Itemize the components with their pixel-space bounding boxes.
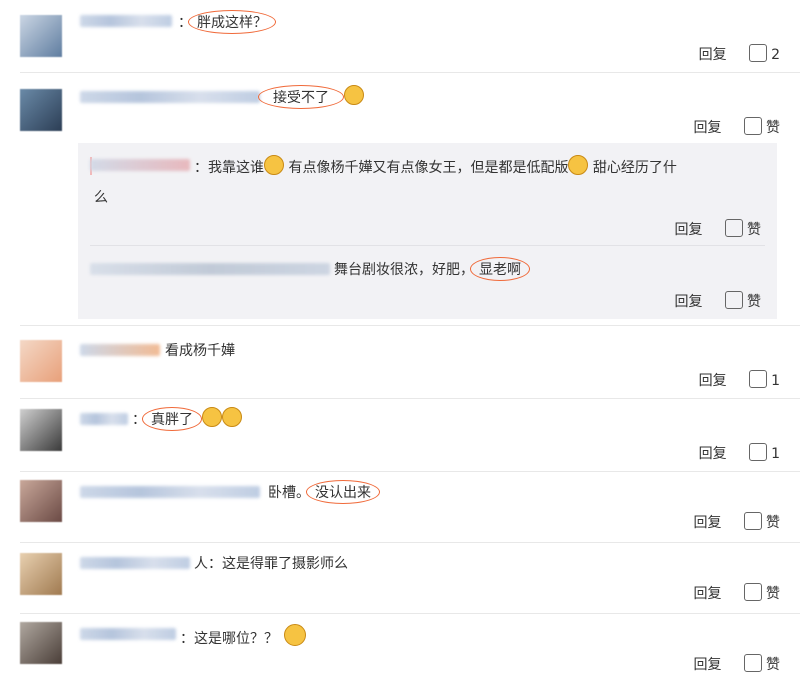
username[interactable] bbox=[80, 628, 176, 640]
thumbs-up-icon[interactable] bbox=[744, 512, 762, 530]
thumbs-up-icon[interactable] bbox=[749, 370, 768, 388]
comment-highlight: 胖成这样？ bbox=[188, 10, 276, 34]
sub-reply-text-c: 甜心经历了什 bbox=[592, 160, 677, 176]
avatar[interactable] bbox=[20, 15, 62, 57]
reply-button[interactable]: 回复 bbox=[694, 657, 722, 673]
comment-text: ：胖成这样？ bbox=[178, 10, 276, 34]
avatar[interactable] bbox=[20, 89, 62, 131]
crying-emoji-icon bbox=[568, 155, 589, 175]
comment-item: ：胖成这样？ 回复 2 bbox=[0, 0, 800, 72]
crying-emoji-icon bbox=[202, 407, 222, 427]
comment-highlight: 接受不了 bbox=[258, 85, 344, 109]
sub-reply-text-a: ：我靠这谁 bbox=[194, 160, 264, 176]
comment-body: 人：这是得罪了摄影师么 bbox=[194, 556, 348, 572]
sub-username[interactable] bbox=[90, 159, 190, 171]
comment-actions: 回复 赞 bbox=[694, 583, 780, 603]
comment-item: 看成杨千嬅 回复 1 bbox=[0, 326, 800, 398]
avatar[interactable] bbox=[20, 553, 62, 595]
sub-reply-text: ：我靠这谁 有点像杨千嬅又有点像女王，但是都是低配版 甜心经历了什 bbox=[194, 155, 677, 177]
like-count[interactable]: 2 bbox=[771, 47, 780, 63]
comment-text: 接受不了 bbox=[258, 85, 364, 109]
comment-text: 卧槽。 没认出来 bbox=[268, 480, 380, 504]
comment-actions: 回复 1 bbox=[699, 443, 780, 463]
avatar[interactable] bbox=[20, 480, 62, 522]
thumbs-up-icon[interactable] bbox=[749, 443, 768, 461]
comment-actions: 回复 赞 bbox=[694, 512, 780, 532]
comment-text: ：这是哪位？？ bbox=[180, 624, 306, 648]
avatar[interactable] bbox=[20, 340, 62, 382]
thumbs-up-icon[interactable] bbox=[749, 44, 768, 62]
thumbs-up-icon[interactable] bbox=[744, 654, 762, 672]
crying-emoji-icon bbox=[222, 407, 242, 427]
sub-reply-text-line2: 么 bbox=[94, 190, 108, 206]
reply-button[interactable]: 回复 bbox=[694, 515, 722, 531]
sub-reply-text-b: 有点像杨千嬅又有点像女王，但是都是低配版 bbox=[288, 160, 569, 176]
username[interactable] bbox=[80, 413, 128, 425]
comment-actions: 回复 1 bbox=[699, 370, 780, 390]
comment-actions: 回复 赞 bbox=[694, 654, 780, 674]
comment-body: 卧槽。 bbox=[268, 485, 310, 501]
like-count[interactable]: 赞 bbox=[766, 586, 780, 602]
sub-reply-actions: 回复 赞 bbox=[675, 219, 761, 239]
shocked-emoji-icon bbox=[284, 624, 306, 646]
username[interactable] bbox=[80, 15, 172, 27]
username[interactable] bbox=[80, 91, 260, 103]
like-count[interactable]: 赞 bbox=[766, 515, 780, 531]
comment-body: ：这是哪位？？ bbox=[180, 631, 278, 647]
thumbs-up-icon[interactable] bbox=[744, 117, 762, 135]
like-count[interactable]: 赞 bbox=[766, 120, 780, 136]
like-count[interactable]: 1 bbox=[771, 373, 780, 389]
reply-button[interactable]: 回复 bbox=[694, 586, 722, 602]
avatar[interactable] bbox=[20, 622, 62, 664]
sub-replies-box: ：我靠这谁 有点像杨千嬅又有点像女王，但是都是低配版 甜心经历了什 么 回复 赞… bbox=[78, 143, 777, 319]
username[interactable] bbox=[80, 557, 190, 569]
like-count[interactable]: 赞 bbox=[766, 657, 780, 673]
comment-highlight: 没认出来 bbox=[306, 480, 380, 504]
reply-button[interactable]: 回复 bbox=[694, 120, 722, 136]
like-count[interactable]: 1 bbox=[771, 446, 780, 462]
like-count[interactable]: 赞 bbox=[747, 294, 761, 310]
dizzy-emoji-icon bbox=[344, 85, 364, 105]
comment-highlight: 真胖了 bbox=[142, 407, 202, 431]
comment-item: ：这是哪位？？ 回复 赞 bbox=[0, 614, 800, 684]
comment-actions: 回复 2 bbox=[699, 44, 780, 64]
crying-emoji-icon bbox=[264, 155, 284, 175]
comment-item: 接受不了 回复 赞 ：我靠这谁 有点像杨千嬅又有点像女王，但是都是低配版 甜心经… bbox=[0, 73, 800, 320]
username[interactable] bbox=[80, 344, 160, 356]
sub-username[interactable] bbox=[90, 263, 330, 275]
divider bbox=[90, 245, 765, 246]
comment-item: ：真胖了 回复 1 bbox=[0, 399, 800, 471]
comment-item: 卧槽。 没认出来 回复 赞 bbox=[0, 472, 800, 542]
reply-button[interactable]: 回复 bbox=[675, 222, 703, 238]
thumbs-up-icon[interactable] bbox=[725, 291, 743, 309]
avatar[interactable] bbox=[20, 409, 62, 451]
comment-text: ：真胖了 bbox=[132, 407, 242, 431]
like-count[interactable]: 赞 bbox=[747, 222, 761, 238]
sub-reply-body: 舞台剧妆很浓，好肥， bbox=[334, 262, 474, 278]
thumbs-up-icon[interactable] bbox=[744, 583, 762, 601]
reply-button[interactable]: 回复 bbox=[699, 373, 727, 389]
comment-text: 看成杨千嬅 bbox=[165, 340, 235, 360]
reply-button[interactable]: 回复 bbox=[675, 294, 703, 310]
reply-button[interactable]: 回复 bbox=[699, 446, 727, 462]
sub-reply-actions: 回复 赞 bbox=[675, 291, 761, 311]
comment-item: 人：这是得罪了摄影师么 回复 赞 bbox=[0, 543, 800, 613]
sub-reply-text: 舞台剧妆很浓，好肥， 显老啊 bbox=[334, 257, 530, 281]
reply-button[interactable]: 回复 bbox=[699, 47, 727, 63]
comment-actions: 回复 赞 bbox=[694, 117, 780, 137]
username[interactable] bbox=[80, 486, 260, 498]
comment-body: 看成杨千嬅 bbox=[165, 343, 235, 359]
comment-text: 人：这是得罪了摄影师么 bbox=[194, 553, 348, 573]
thumbs-up-icon[interactable] bbox=[725, 219, 743, 237]
sub-reply-highlight: 显老啊 bbox=[470, 257, 530, 281]
